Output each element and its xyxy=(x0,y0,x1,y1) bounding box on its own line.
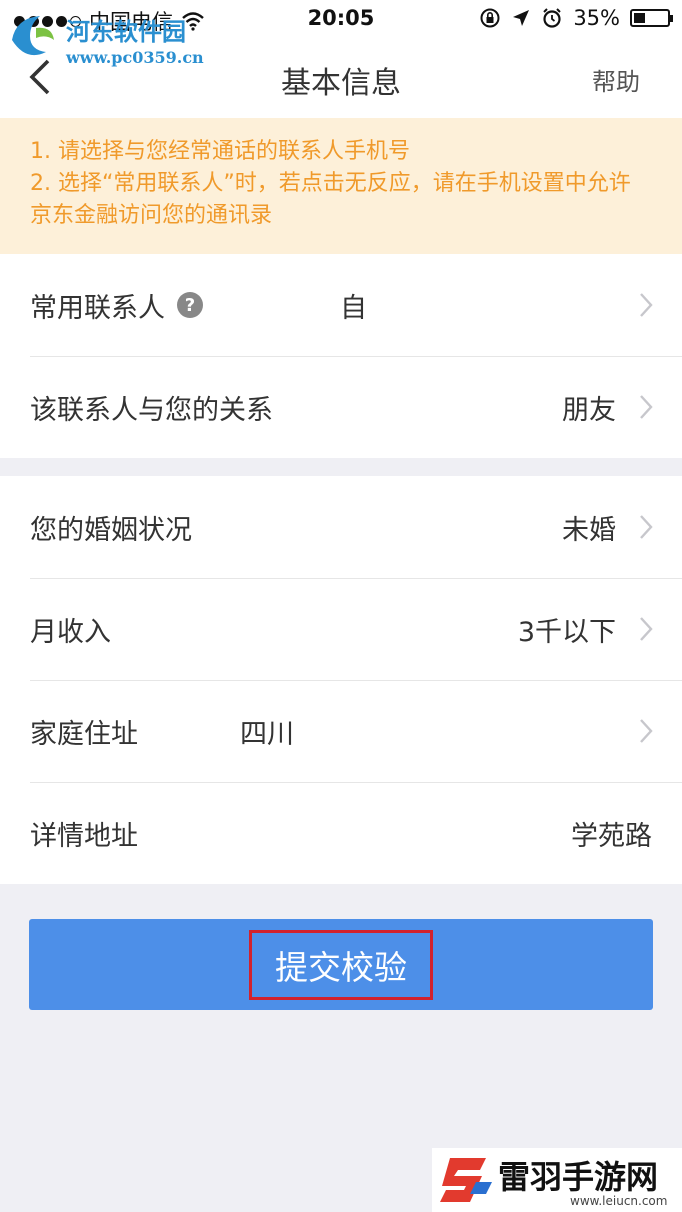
watermark-logo-icon xyxy=(12,16,54,56)
chevron-right-icon xyxy=(640,293,653,317)
contact-value: 自 xyxy=(340,292,367,324)
income-value: 3千以下 xyxy=(517,616,616,648)
relation-row[interactable]: 该联系人与您的关系 朋友 xyxy=(0,356,682,458)
watermark-title: 河东软件园 xyxy=(66,17,186,46)
marital-label: 您的婚姻状况 xyxy=(30,514,192,546)
help-link[interactable]: 帮助 xyxy=(592,62,640,97)
home-address-row[interactable]: 家庭住址 四川 xyxy=(0,680,682,782)
detail-address-input[interactable]: 学苑路 xyxy=(571,814,652,853)
submit-verify-button[interactable]: 提交校验 xyxy=(29,919,653,1010)
watermark-url: www.pc0359.cn xyxy=(66,48,204,67)
rotation-lock-icon xyxy=(480,8,500,28)
chevron-right-icon xyxy=(640,515,653,539)
marital-row[interactable]: 您的婚姻状况 未婚 xyxy=(0,476,682,578)
marital-value: 未婚 xyxy=(562,514,616,546)
contact-group: 常用联系人 ? 自 该联系人与您的关系 朋友 xyxy=(0,254,682,458)
battery-fill xyxy=(634,13,646,23)
income-label: 月收入 xyxy=(30,616,111,648)
home-address-label: 家庭住址 xyxy=(30,718,138,750)
submit-button-label: 提交校验 xyxy=(249,929,433,1000)
detail-address-label: 详情地址 xyxy=(30,820,138,852)
notice-line-2: 2. 选择“常用联系人”时，若点击无反应，请在手机设置中允许京东金融访问您的通讯… xyxy=(30,171,631,228)
detail-address-row[interactable]: 详情地址 学苑路 xyxy=(0,782,682,884)
watermark-logo-top: 河东软件园 www.pc0359.cn xyxy=(6,8,216,70)
contact-label: 常用联系人 xyxy=(30,292,165,324)
watermark-logo-bottom: 雷羽手游网 www.leiucn.com xyxy=(432,1148,682,1212)
contact-row[interactable]: 常用联系人 ? 自 xyxy=(0,254,682,356)
relation-label: 该联系人与您的关系 xyxy=(30,394,273,426)
notice-line-1: 1. 请选择与您经常通话的联系人手机号 xyxy=(30,139,410,164)
battery-icon xyxy=(630,9,673,27)
relation-value: 朋友 xyxy=(562,394,616,426)
battery-percent: 35% xyxy=(573,6,620,30)
income-row[interactable]: 月收入 3千以下 xyxy=(0,578,682,680)
status-right: 35% xyxy=(479,6,673,30)
home-address-value: 四川 xyxy=(240,718,294,750)
chevron-right-icon xyxy=(640,395,653,419)
watermark-brand-icon xyxy=(440,1158,492,1202)
alarm-icon xyxy=(543,8,562,28)
chevron-right-icon xyxy=(640,719,653,743)
watermark-bottom-name: 雷羽手游网 xyxy=(498,1158,659,1196)
watermark-bottom-url: www.leiucn.com xyxy=(570,1194,668,1208)
help-question-icon[interactable]: ? xyxy=(177,292,203,318)
chevron-right-icon xyxy=(640,617,653,641)
personal-info-group: 您的婚姻状况 未婚 月收入 3千以下 家庭住址 四川 详情地址 学苑路 xyxy=(0,476,682,884)
notice-banner: 1. 请选择与您经常通话的联系人手机号 2. 选择“常用联系人”时，若点击无反应… xyxy=(0,118,682,254)
location-arrow-icon xyxy=(513,10,530,26)
